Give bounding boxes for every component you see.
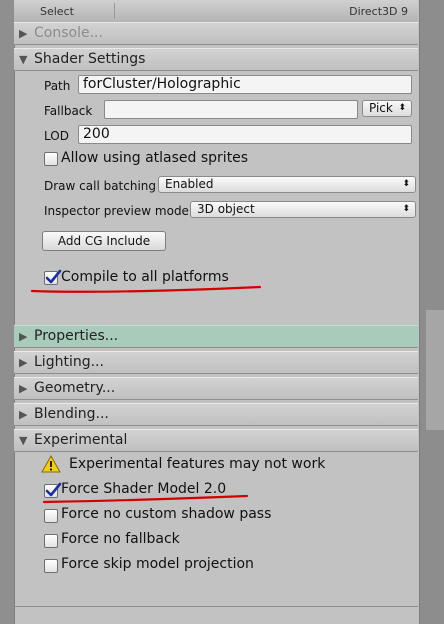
preview-mode-label: Inspector preview mode bbox=[44, 204, 189, 218]
left-background bbox=[0, 0, 14, 624]
expand-triangle-icon: ▶ bbox=[19, 382, 28, 395]
pick-dropdown[interactable]: Pick ⬍ bbox=[362, 100, 412, 117]
fallback-label: Fallback bbox=[44, 104, 93, 118]
section-properties-label: Properties... bbox=[34, 328, 119, 344]
dropdown-arrow-icon: ⬍ bbox=[402, 204, 410, 214]
force-skip-projection-label: Force skip model projection bbox=[61, 556, 254, 572]
section-shader-settings[interactable]: ▼ Shader Settings bbox=[14, 48, 418, 71]
section-console-label: Console... bbox=[34, 25, 103, 41]
force-skip-projection-checkbox[interactable] bbox=[44, 559, 58, 573]
section-shader-settings-label: Shader Settings bbox=[34, 51, 146, 67]
section-console[interactable]: ▶ Console... bbox=[14, 22, 418, 45]
experimental-warning-text: Experimental features may not work bbox=[69, 456, 326, 472]
section-divider bbox=[14, 606, 418, 607]
section-experimental-label: Experimental bbox=[34, 432, 128, 448]
fallback-field[interactable] bbox=[104, 100, 358, 119]
force-no-fallback-checkbox[interactable] bbox=[44, 534, 58, 548]
force-no-fallback-label: Force no fallback bbox=[61, 531, 180, 547]
select-tab[interactable]: Select bbox=[40, 5, 74, 18]
section-geometry-label: Geometry... bbox=[34, 380, 116, 396]
dropdown-arrow-icon: ⬍ bbox=[398, 103, 406, 113]
collapse-triangle-icon: ▼ bbox=[19, 434, 28, 447]
toolbar-divider bbox=[114, 3, 115, 19]
atlased-sprites-label: Allow using atlased sprites bbox=[61, 150, 249, 166]
preview-mode-dropdown-value: 3D object bbox=[197, 202, 255, 216]
dropdown-arrow-icon: ⬍ bbox=[402, 179, 410, 189]
expand-triangle-icon: ▶ bbox=[19, 27, 28, 40]
section-lighting[interactable]: ▶ Lighting... bbox=[14, 351, 418, 374]
expand-triangle-icon: ▶ bbox=[19, 330, 28, 343]
batching-dropdown-value: Enabled bbox=[165, 177, 214, 191]
warning-icon bbox=[41, 455, 61, 473]
atlased-sprites-checkbox[interactable] bbox=[44, 152, 58, 166]
section-blending[interactable]: ▶ Blending... bbox=[14, 403, 418, 426]
section-blending-label: Blending... bbox=[34, 406, 109, 422]
force-no-shadow-checkbox[interactable] bbox=[44, 509, 58, 523]
add-cg-include-button[interactable]: Add CG Include bbox=[42, 231, 166, 251]
force-no-shadow-label: Force no custom shadow pass bbox=[61, 506, 272, 522]
path-label: Path bbox=[44, 79, 71, 93]
top-toolbar: Select Direct3D 9 bbox=[14, 0, 418, 23]
section-experimental[interactable]: ▼ Experimental bbox=[14, 429, 418, 452]
section-properties[interactable]: ▶ Properties... bbox=[14, 325, 418, 348]
lod-label: LOD bbox=[44, 129, 69, 143]
collapse-triangle-icon: ▼ bbox=[19, 53, 28, 66]
renderer-label: Direct3D 9 bbox=[349, 5, 408, 18]
red-underline-annotation bbox=[42, 494, 249, 504]
lod-field[interactable]: 200 bbox=[78, 125, 412, 144]
red-underline-annotation bbox=[30, 285, 262, 293]
batching-label: Draw call batching bbox=[44, 179, 157, 193]
expand-triangle-icon: ▶ bbox=[19, 356, 28, 369]
pick-dropdown-label: Pick bbox=[369, 101, 393, 115]
path-field[interactable]: forCluster/Holographic bbox=[78, 75, 412, 94]
preview-mode-dropdown[interactable]: 3D object ⬍ bbox=[190, 201, 416, 218]
right-background-strip bbox=[426, 310, 444, 430]
expand-triangle-icon: ▶ bbox=[19, 408, 28, 421]
section-geometry[interactable]: ▶ Geometry... bbox=[14, 377, 418, 400]
right-background bbox=[420, 0, 444, 624]
section-lighting-label: Lighting... bbox=[34, 354, 104, 370]
batching-dropdown[interactable]: Enabled ⬍ bbox=[158, 176, 416, 193]
